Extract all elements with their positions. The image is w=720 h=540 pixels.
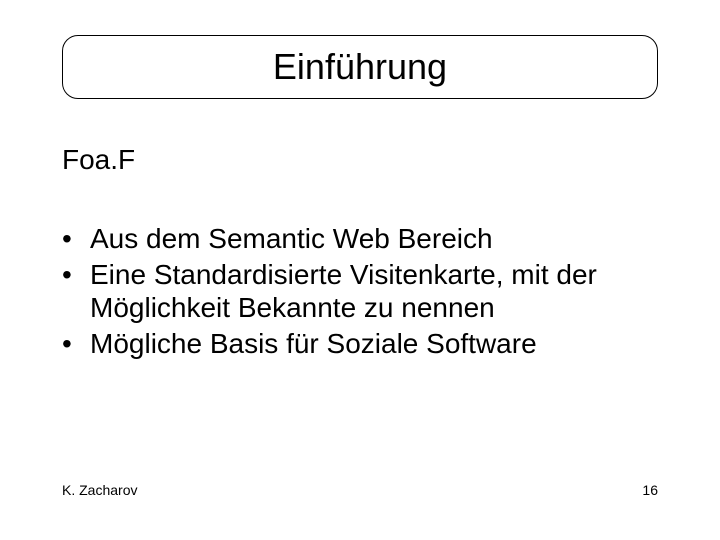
slide-title: Einführung [273, 46, 447, 88]
footer-author: K. Zacharov [62, 482, 137, 498]
bullet-list: • Aus dem Semantic Web Bereich • Eine St… [62, 222, 658, 362]
list-item: • Mögliche Basis für Soziale Software [62, 327, 658, 361]
list-item: • Eine Standardisierte Visitenkarte, mit… [62, 258, 658, 325]
bullet-dot-icon: • [62, 222, 90, 256]
bullet-text: Mögliche Basis für Soziale Software [90, 327, 658, 361]
slide-subtitle: Foa.F [62, 144, 135, 176]
bullet-dot-icon: • [62, 327, 90, 361]
bullet-text: Eine Standardisierte Visitenkarte, mit d… [90, 258, 658, 325]
list-item: • Aus dem Semantic Web Bereich [62, 222, 658, 256]
bullet-text: Aus dem Semantic Web Bereich [90, 222, 658, 256]
title-box: Einführung [62, 35, 658, 99]
slide: Einführung Foa.F • Aus dem Semantic Web … [0, 0, 720, 540]
bullet-dot-icon: • [62, 258, 90, 325]
footer-page-number: 16 [642, 482, 658, 498]
